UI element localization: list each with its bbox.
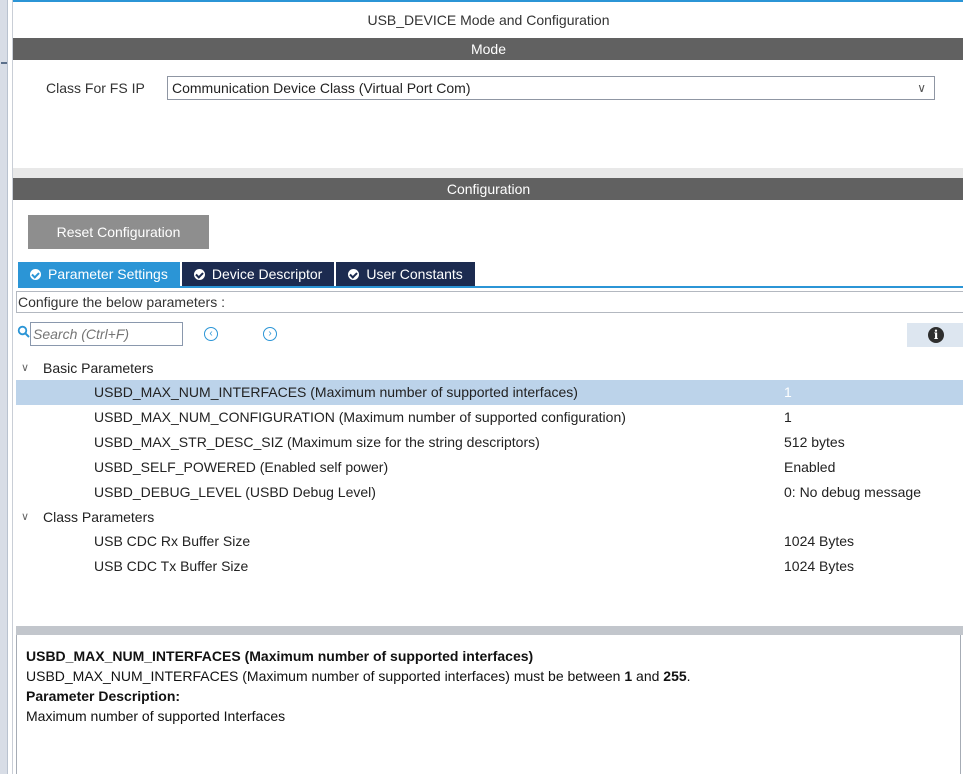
config-tabs: Parameter Settings Device Descriptor Use… [18,262,477,286]
table-row[interactable]: USBD_SELF_POWERED (Enabled self power) E… [16,455,963,480]
configure-parameters-text: Configure the below parameters : [16,291,963,313]
param-name: USBD_DEBUG_LEVEL (USBD Debug Level) [94,484,376,500]
mode-section-header: Mode [13,38,963,60]
description-splitter[interactable] [16,626,963,635]
param-value[interactable]: 1024 Bytes [784,529,854,554]
group-label: Class Parameters [43,509,155,525]
param-value[interactable]: 1024 Bytes [784,554,854,579]
chevron-down-icon: ∨ [917,81,926,95]
reset-configuration-button[interactable]: Reset Configuration [28,215,209,249]
section-gap [13,168,963,178]
parameter-description-text: Maximum number of supported Interfaces [26,708,286,724]
table-row[interactable]: USBD_DEBUG_LEVEL (USBD Debug Level) 0: N… [16,480,963,505]
param-value[interactable]: Enabled [784,455,835,480]
param-name: USBD_MAX_NUM_INTERFACES (Maximum number … [94,384,578,400]
param-name: USBD_MAX_NUM_CONFIGURATION (Maximum numb… [94,409,626,425]
param-name: USBD_SELF_POWERED (Enabled self power) [94,459,389,475]
tab-label: Parameter Settings [48,266,168,282]
check-circle-icon [30,268,41,280]
chevron-down-icon[interactable]: ∨ [21,505,33,529]
chevron-down-icon[interactable]: ∨ [21,356,33,380]
description-range: USBD_MAX_NUM_INTERFACES (Maximum number … [26,668,691,684]
param-value[interactable]: 1 [784,405,792,430]
tree-group-basic-parameters[interactable]: ∨ Basic Parameters [16,356,963,380]
param-value[interactable]: 0: No debug message [784,480,921,505]
previous-match-icon[interactable]: ‹ [204,327,218,341]
search-input[interactable] [30,322,183,346]
search-icon [17,325,30,338]
param-name: USB CDC Tx Buffer Size [94,558,249,574]
next-match-icon[interactable]: › [263,327,277,341]
table-row[interactable]: USBD_MAX_STR_DESC_SIZ (Maximum size for … [16,430,963,455]
search-row: ‹ › i [16,322,963,347]
check-circle-icon [193,268,205,280]
check-circle-icon [348,268,360,280]
description-panel: USBD_MAX_NUM_INTERFACES (Maximum number … [16,635,961,774]
tab-label: Device Descriptor [211,266,323,282]
configuration-section-header: Configuration [13,178,963,200]
param-name: USBD_MAX_STR_DESC_SIZ (Maximum size for … [94,434,540,450]
class-for-fs-ip-select[interactable]: Communication Device Class (Virtual Port… [167,76,935,100]
info-button[interactable]: i [907,323,963,347]
info-icon: i [928,327,944,343]
param-name: USB CDC Rx Buffer Size [94,533,251,549]
tab-device-descriptor[interactable]: Device Descriptor [181,262,335,286]
left-edge-strip [0,0,8,774]
edge-marker [1,62,7,64]
tree-group-class-parameters[interactable]: ∨ Class Parameters [16,505,963,529]
usb-device-panel: USB_DEVICE Mode and Configuration Mode C… [12,0,963,774]
class-for-fs-ip-label: Class For FS IP [46,80,145,96]
table-row[interactable]: USBD_MAX_NUM_INTERFACES (Maximum number … [16,380,963,405]
tab-label: User Constants [366,266,463,282]
mode-area: Class For FS IP Communication Device Cla… [13,60,963,168]
table-row[interactable]: USBD_MAX_NUM_CONFIGURATION (Maximum numb… [16,405,963,430]
table-row[interactable]: USB CDC Tx Buffer Size 1024 Bytes [16,554,963,579]
group-label: Basic Parameters [43,360,154,376]
panel-title: USB_DEVICE Mode and Configuration [13,0,963,37]
parameter-tree: ∨ Basic Parameters USBD_MAX_NUM_INTERFAC… [16,356,963,579]
tab-user-constants[interactable]: User Constants [336,262,475,286]
param-value[interactable]: 512 bytes [784,430,845,455]
parameter-description-label: Parameter Description: [26,688,181,704]
param-value[interactable]: 1 [784,380,792,405]
class-select-value: Communication Device Class (Virtual Port… [172,80,471,96]
table-row[interactable]: USB CDC Rx Buffer Size 1024 Bytes [16,529,963,554]
tab-underline [18,286,963,288]
tab-parameter-settings[interactable]: Parameter Settings [18,262,180,286]
description-title: USBD_MAX_NUM_INTERFACES (Maximum number … [26,648,534,664]
